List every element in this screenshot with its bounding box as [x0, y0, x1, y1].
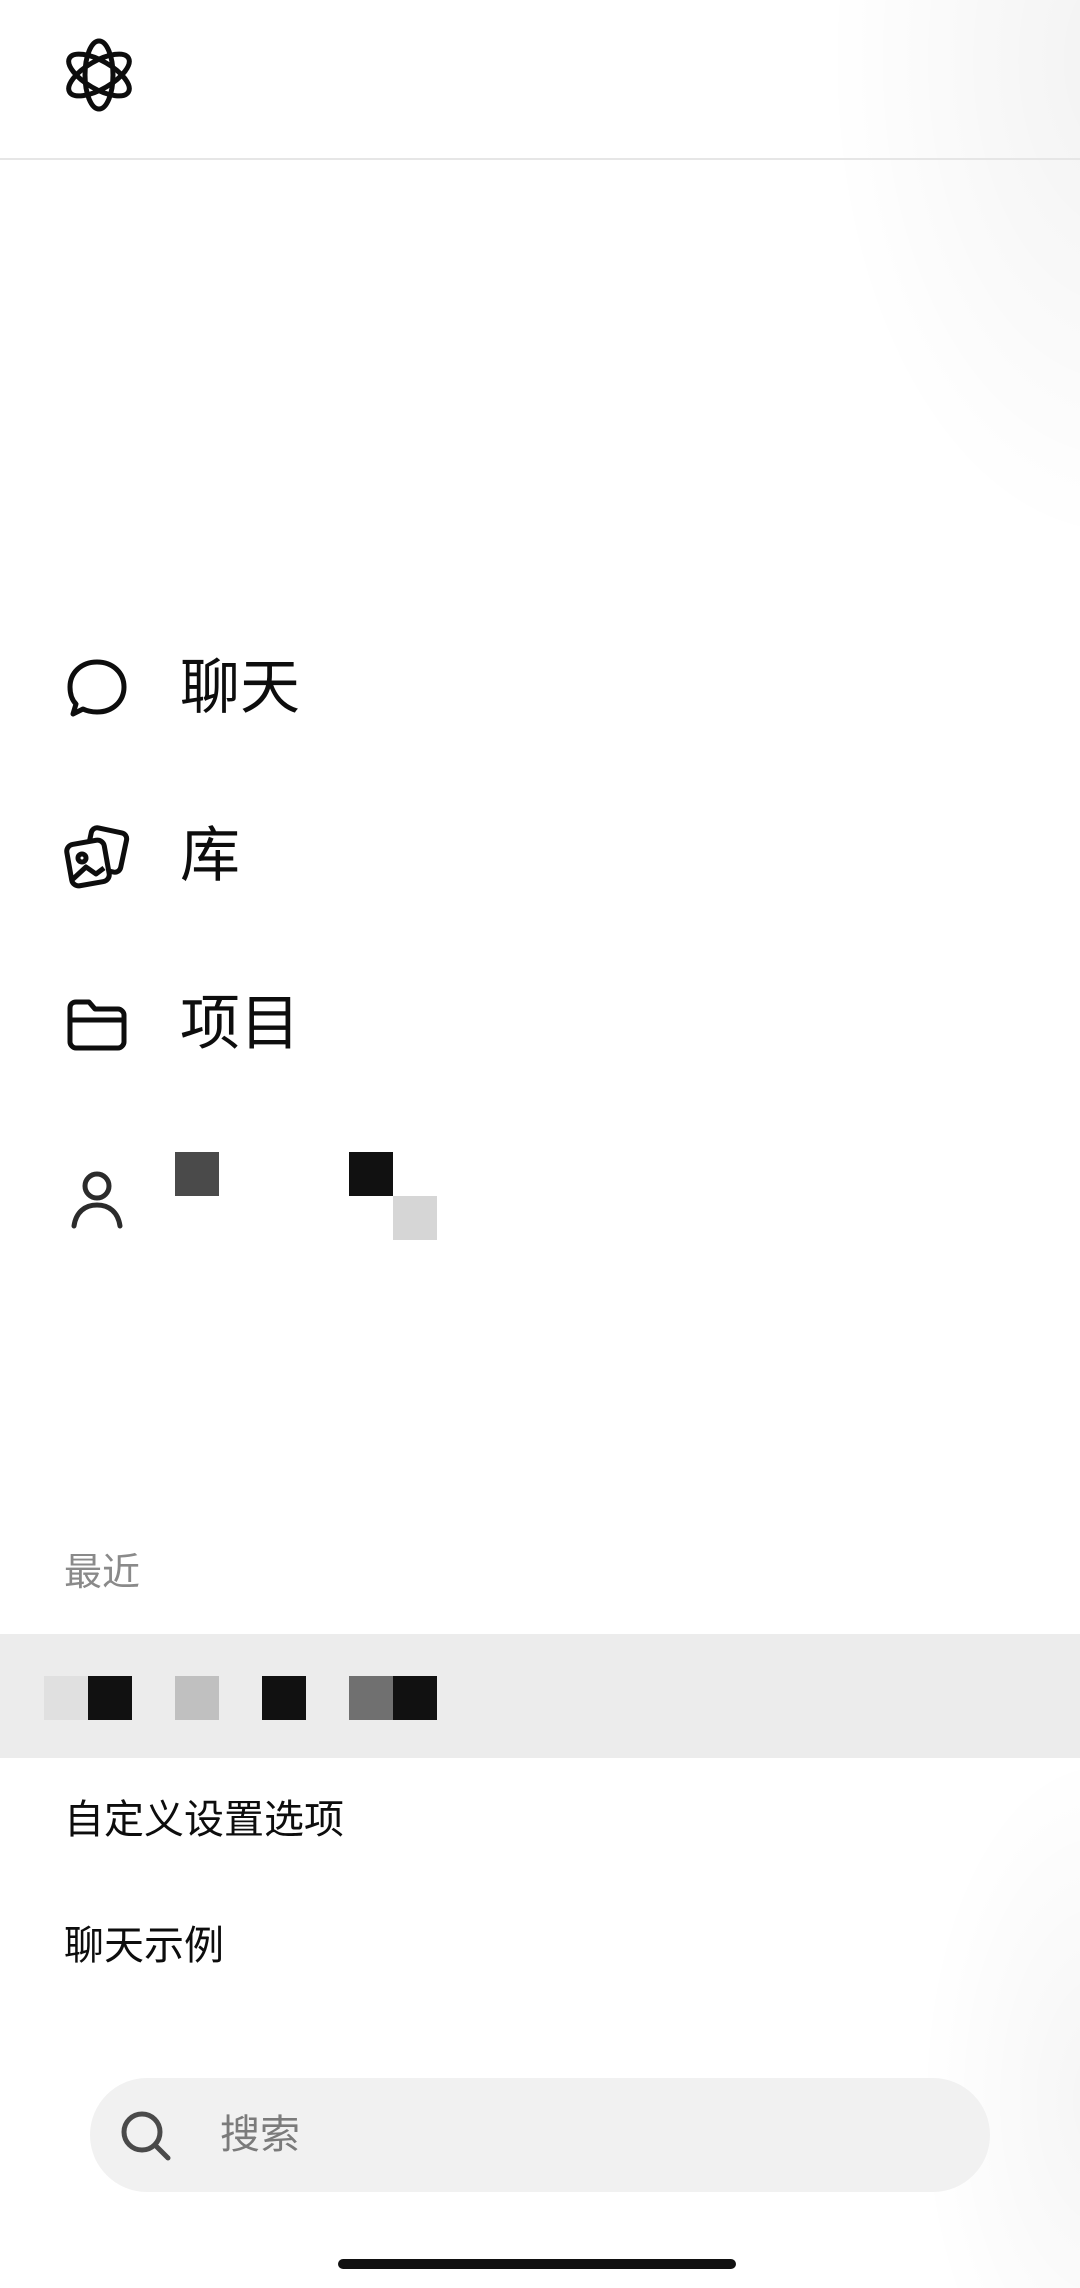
- person-icon: [71, 1171, 123, 1229]
- nav-label-library: 库: [180, 821, 240, 891]
- search-icon: [121, 2111, 171, 2161]
- top-bar: [0, 0, 1080, 160]
- nav-item-chat[interactable]: 聊天: [0, 628, 1080, 748]
- nav-item-projects[interactable]: 项目: [0, 964, 1080, 1084]
- nav-label-projects: 项目: [180, 989, 300, 1059]
- chat-bubble-icon: [67, 659, 127, 717]
- customize-options-link[interactable]: 自定义设置选项: [64, 1792, 344, 1848]
- nav-label-chat: 聊天: [180, 653, 300, 723]
- openai-logo-icon[interactable]: [58, 34, 140, 116]
- recent-chat-item[interactable]: [0, 1634, 1080, 1758]
- recent-section-title: 最近: [64, 1550, 141, 1594]
- search-input[interactable]: 搜索: [90, 2078, 990, 2192]
- folder-icon: [67, 999, 127, 1051]
- nav-item-account[interactable]: [0, 1134, 1080, 1254]
- home-indicator[interactable]: [338, 2259, 736, 2269]
- chat-examples-link[interactable]: 聊天示例: [64, 1918, 224, 1974]
- nav-item-library[interactable]: 库: [0, 796, 1080, 916]
- search-placeholder: 搜索: [220, 2112, 300, 2158]
- gallery-icon: [64, 825, 130, 889]
